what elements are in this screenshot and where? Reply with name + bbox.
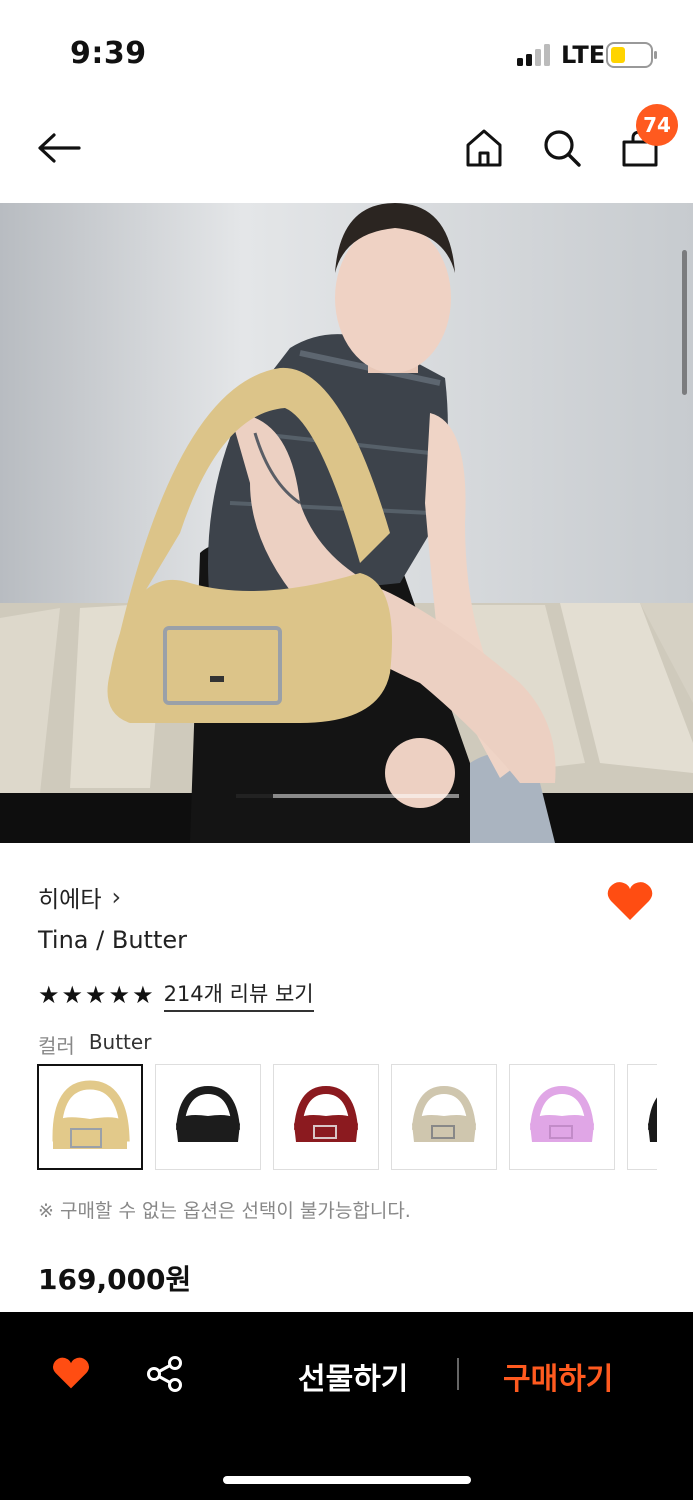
bar-divider — [457, 1358, 459, 1390]
star-icon: ★ — [132, 981, 154, 1009]
bottom-action-bar: 선물하기 구매하기 — [0, 1312, 693, 1500]
color-swatches — [37, 1064, 657, 1172]
star-icon: ★ — [61, 981, 84, 1009]
chevron-right-icon: › — [111, 883, 122, 911]
brand-name: 히에타 — [38, 887, 102, 913]
rating-row: ★ ★ ★ ★ ★ 214개 리뷰 보기 — [38, 978, 314, 1012]
battery-icon — [606, 42, 657, 68]
swatch-red[interactable] — [273, 1064, 379, 1170]
favorite-heart-icon[interactable] — [607, 880, 653, 922]
network-label: LTE — [561, 41, 606, 69]
cart-count-badge: 74 — [636, 104, 678, 146]
brand-link[interactable]: 히에타 › — [38, 880, 121, 914]
swatch-black-2[interactable] — [627, 1064, 657, 1170]
swatch-pink[interactable] — [509, 1064, 615, 1170]
home-indicator — [223, 1476, 471, 1484]
color-value: Butter — [88, 1030, 152, 1054]
buy-button[interactable]: 구매하기 — [503, 1354, 613, 1398]
bag-thumbnail — [530, 1085, 594, 1142]
gift-button[interactable]: 선물하기 — [298, 1354, 408, 1398]
star-icon: ★ — [108, 981, 131, 1009]
status-bar: 9:39 LTE — [0, 0, 693, 100]
like-heart-icon[interactable] — [52, 1356, 90, 1390]
bag-thumbnail — [176, 1085, 240, 1142]
review-link[interactable]: 214개 리뷰 보기 — [163, 978, 314, 1012]
carousel-indicator-active — [236, 794, 273, 798]
color-label: 컬러 — [38, 1034, 75, 1058]
home-icon[interactable] — [465, 128, 503, 168]
signal-icon — [517, 44, 553, 66]
star-icon: ★ — [85, 981, 107, 1009]
swatch-butter[interactable] — [37, 1064, 143, 1170]
bag-thumbnail — [412, 1085, 476, 1142]
back-arrow-icon[interactable] — [36, 130, 82, 166]
bag-thumbnail — [52, 1080, 130, 1149]
product-image[interactable] — [0, 203, 693, 843]
status-time: 9:39 — [70, 36, 147, 71]
image-scrollbar — [682, 250, 687, 395]
bag-thumbnail — [294, 1085, 358, 1142]
swatch-black[interactable] — [155, 1064, 261, 1170]
top-nav — [0, 100, 693, 203]
product-price: 169,000원 — [38, 1263, 192, 1296]
carousel-indicator-track — [273, 794, 459, 798]
bag-thumbnail — [648, 1098, 657, 1142]
product-photo — [0, 203, 693, 843]
color-row: 컬러 Butter — [38, 1030, 151, 1059]
rating-stars: ★ ★ ★ ★ ★ — [38, 983, 154, 1007]
swatch-silver[interactable] — [391, 1064, 497, 1170]
star-icon: ★ — [38, 981, 60, 1009]
option-notice: ※ 구매할 수 없는 옵션은 선택이 불가능합니다. — [38, 1200, 411, 1222]
search-icon[interactable] — [542, 128, 582, 168]
share-icon[interactable] — [146, 1355, 184, 1393]
product-title: Tina / Butter — [38, 926, 187, 954]
